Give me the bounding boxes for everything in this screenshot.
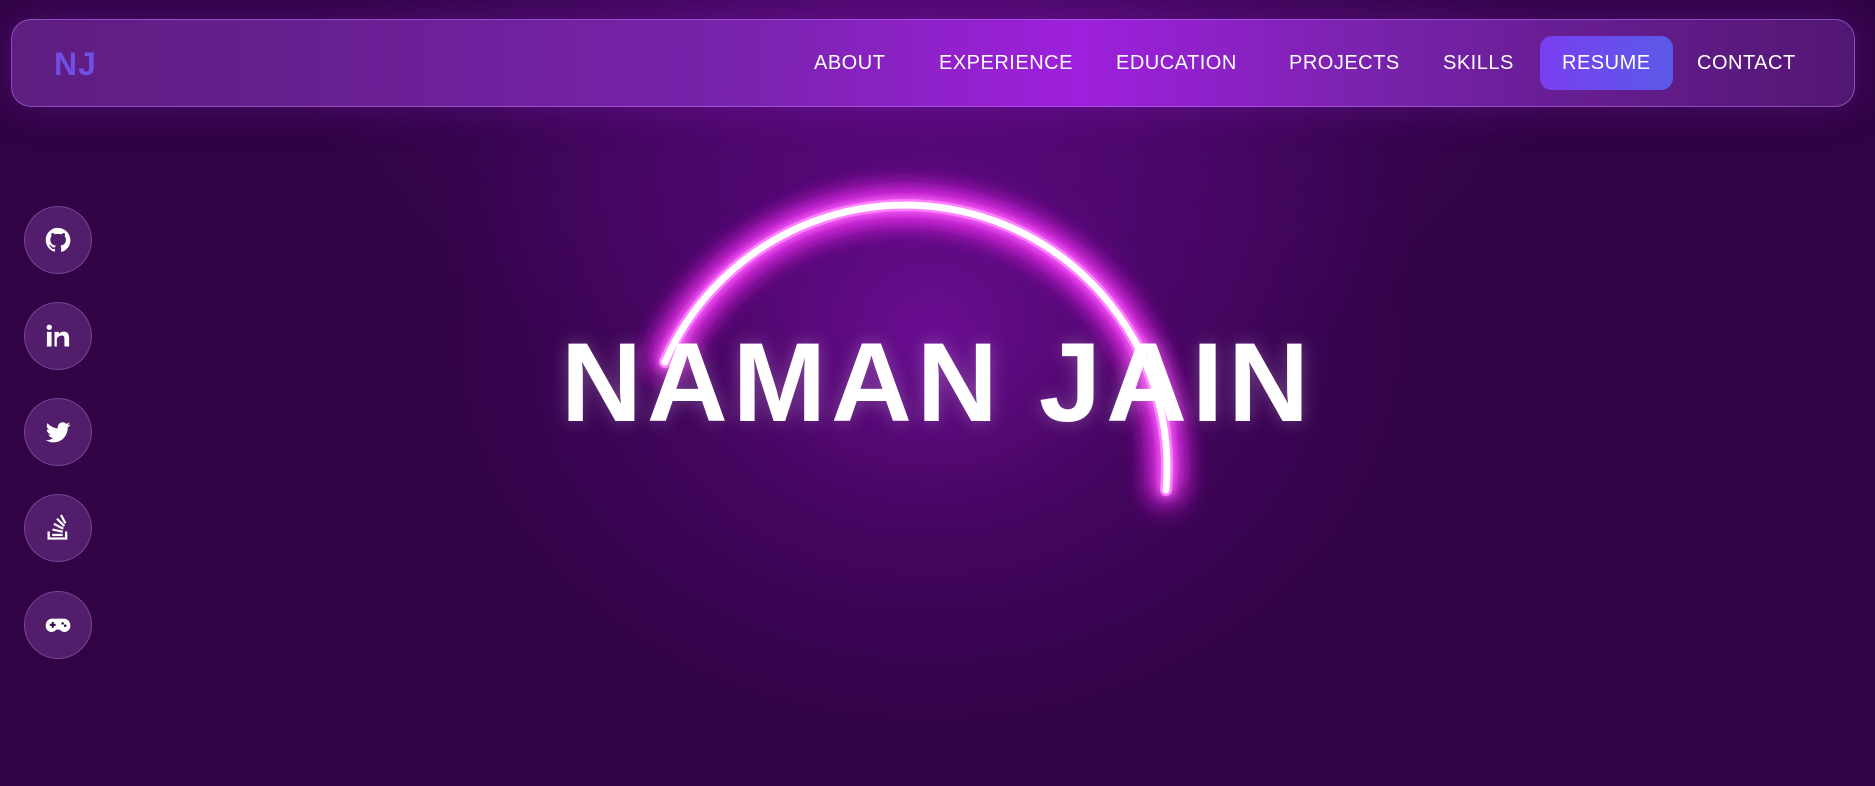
github-button[interactable] — [24, 206, 92, 274]
stackoverflow-icon — [47, 514, 68, 540]
nav-education[interactable]: EDUCATION — [1116, 36, 1237, 90]
stackoverflow-button[interactable] — [24, 494, 92, 562]
nav-about[interactable]: ABOUT — [814, 36, 885, 90]
nav-resume-button[interactable]: RESUME — [1540, 36, 1673, 90]
nav-experience[interactable]: EXPERIENCE — [939, 36, 1073, 90]
linkedin-button[interactable] — [24, 302, 92, 370]
nav-skills[interactable]: SKILLS — [1443, 36, 1514, 90]
hero-name: NAMAN JAIN — [560, 320, 1315, 445]
navbar: NJ ABOUT EXPERIENCE EDUCATION PROJECTS S… — [11, 19, 1855, 107]
twitter-button[interactable] — [24, 398, 92, 466]
nav-contact[interactable]: CONTACT — [1697, 36, 1796, 90]
nav-projects[interactable]: PROJECTS — [1289, 36, 1400, 90]
twitter-icon — [45, 422, 71, 443]
gamepad-icon — [45, 618, 71, 632]
linkedin-icon — [46, 324, 70, 347]
logo[interactable]: NJ — [54, 20, 97, 108]
github-icon — [45, 227, 71, 252]
gamepad-button[interactable] — [24, 591, 92, 659]
